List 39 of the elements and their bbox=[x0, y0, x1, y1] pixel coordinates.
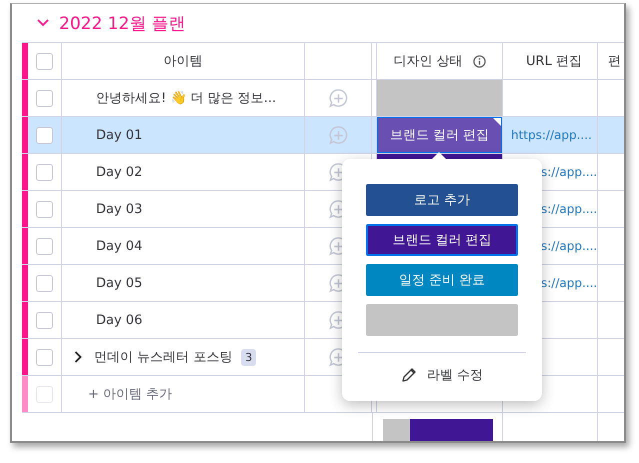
checkbox[interactable] bbox=[36, 312, 53, 328]
checkbox[interactable] bbox=[36, 238, 53, 254]
group-title[interactable]: 2022 12월 플랜 bbox=[59, 12, 186, 34]
chevron-right-icon[interactable] bbox=[74, 351, 82, 363]
info-icon[interactable] bbox=[472, 54, 486, 68]
column-header: 디자인 상태 bbox=[393, 53, 463, 70]
add-update-icon[interactable] bbox=[328, 88, 348, 108]
add-item-button[interactable]: + 아이템 추가 bbox=[88, 385, 172, 403]
item-name[interactable]: Day 04 bbox=[62, 238, 142, 254]
chevron-down-icon[interactable] bbox=[37, 19, 49, 27]
checkbox[interactable] bbox=[36, 126, 53, 144]
item-name[interactable]: 안녕하세요! 👋 더 많은 정보... bbox=[62, 89, 276, 107]
add-update-icon[interactable] bbox=[328, 124, 348, 146]
checkbox[interactable] bbox=[36, 52, 53, 70]
item-name[interactable]: 먼데이 뉴스레터 포스팅 bbox=[94, 348, 232, 366]
status-label[interactable]: 브랜드 컬러 편집 bbox=[377, 117, 502, 153]
item-name[interactable]: Day 01 bbox=[62, 128, 142, 142]
pencil-icon bbox=[400, 367, 417, 383]
status-option[interactable]: 일정 준비 완료 bbox=[366, 264, 518, 296]
checkbox[interactable] bbox=[36, 274, 53, 292]
column-header: 편 bbox=[608, 53, 621, 70]
url-link[interactable]: https://app.... bbox=[511, 128, 592, 142]
status-option[interactable] bbox=[366, 304, 518, 336]
checkbox[interactable] bbox=[36, 164, 53, 180]
item-name[interactable]: Day 05 bbox=[62, 276, 142, 290]
column-header: URL 편집 bbox=[526, 53, 582, 70]
column-header: 아이템 bbox=[164, 53, 202, 70]
item-name[interactable]: Day 02 bbox=[62, 164, 142, 180]
checkbox[interactable] bbox=[36, 200, 53, 218]
status-option[interactable]: 로고 추가 bbox=[366, 184, 518, 216]
item-name[interactable]: Day 03 bbox=[62, 202, 142, 216]
status-label[interactable] bbox=[377, 80, 502, 116]
checkbox[interactable] bbox=[36, 348, 53, 366]
checkbox[interactable] bbox=[36, 386, 53, 402]
item-name[interactable]: Day 06 bbox=[62, 312, 142, 328]
checkbox[interactable] bbox=[36, 90, 53, 106]
subitem-count: 3 bbox=[241, 348, 256, 366]
status-option[interactable]: 브랜드 컬러 편집 bbox=[366, 224, 518, 256]
table-row[interactable]: Day 01 브랜드 컬러 편집 https://app.... bbox=[22, 117, 624, 154]
